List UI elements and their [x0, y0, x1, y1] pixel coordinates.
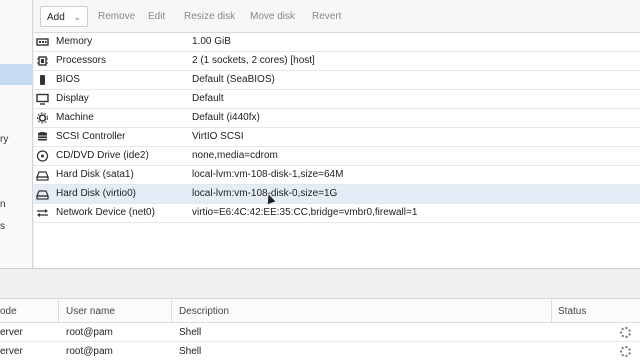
hardware-row-processors[interactable]: Processors 2 (1 sockets, 2 cores) [host] — [34, 52, 640, 71]
hardware-name: Network Device (net0) — [56, 207, 155, 218]
column-divider[interactable] — [551, 299, 552, 323]
harddisk-icon — [36, 190, 49, 200]
move-disk-button[interactable]: Move disk — [244, 6, 301, 27]
hardware-row-display[interactable]: Display Default — [34, 90, 640, 109]
network-icon — [37, 209, 48, 217]
hardware-value: Default — [192, 93, 224, 104]
hardware-name: Memory — [56, 36, 93, 47]
hardware-row-harddisk-sata1[interactable]: Hard Disk (sata1) local-lvm:vm-108-disk-… — [34, 166, 640, 185]
task-description: Shell — [179, 327, 202, 338]
display-icon — [36, 93, 49, 105]
hardware-row-network-device[interactable]: Network Device (net0) virtio=E6:4C:42:EE… — [34, 204, 640, 223]
nav-fragment[interactable]: n — [0, 199, 6, 210]
hardware-name: Hard Disk (virtio0) — [56, 188, 137, 199]
hardware-name: BIOS — [56, 74, 80, 85]
hardware-value: 1.00 GiB — [192, 36, 231, 47]
hardware-row-machine[interactable]: Machine Default (i440fx) — [34, 109, 640, 128]
hardware-panel: Add ⌄ Remove Edit Resize disk Move disk … — [34, 0, 640, 268]
task-table-header: ode User name Description Status — [0, 299, 640, 323]
hardware-name: Hard Disk (sata1) — [56, 169, 134, 180]
resource-tree-panel: ry n s — [0, 0, 33, 268]
hardware-name: Display — [56, 93, 89, 104]
column-header-node[interactable]: ode — [0, 306, 17, 317]
resize-disk-button[interactable]: Resize disk — [178, 6, 241, 27]
task-log-panel: ode User name Description Status erver r… — [0, 298, 640, 360]
panel-splitter[interactable] — [0, 268, 640, 298]
hardware-value: virtio=E6:4C:42:EE:35:CC,bridge=vmbr0,fi… — [192, 207, 418, 218]
remove-button[interactable]: Remove — [92, 6, 141, 27]
hardware-row-memory[interactable]: Memory 1.00 GiB — [34, 33, 640, 52]
harddisk-icon — [36, 171, 49, 181]
hardware-row-scsi-controller[interactable]: SCSI Controller VirtIO SCSI — [34, 128, 640, 147]
column-divider[interactable] — [171, 299, 172, 323]
machine-icon — [37, 112, 48, 124]
revert-button[interactable]: Revert — [306, 6, 347, 27]
edit-button[interactable]: Edit — [142, 6, 171, 27]
hardware-row-harddisk-virtio0[interactable]: Hard Disk (virtio0) local-lvm:vm-108-dis… — [34, 185, 640, 204]
scsi-icon — [38, 132, 47, 141]
task-user: root@pam — [66, 346, 113, 357]
bios-icon — [40, 75, 45, 85]
task-row[interactable]: erver root@pam Shell — [0, 323, 640, 342]
add-button-label: Add — [47, 12, 65, 23]
hardware-value: 2 (1 sockets, 2 cores) [host] — [192, 55, 315, 66]
hardware-name: SCSI Controller — [56, 131, 126, 142]
column-header-description[interactable]: Description — [179, 306, 229, 317]
hardware-toolbar: Add ⌄ Remove Edit Resize disk Move disk … — [34, 0, 640, 33]
hardware-value: none,media=cdrom — [192, 150, 278, 161]
column-divider[interactable] — [58, 299, 59, 323]
column-header-status[interactable]: Status — [558, 306, 586, 317]
loading-spinner-icon — [620, 346, 631, 357]
hardware-row-bios[interactable]: BIOS Default (SeaBIOS) — [34, 71, 640, 90]
column-header-user[interactable]: User name — [66, 306, 115, 317]
nav-fragment[interactable]: s — [0, 221, 5, 232]
hardware-name: CD/DVD Drive (ide2) — [56, 150, 149, 161]
task-node: erver — [0, 346, 23, 357]
hardware-row-cdrom[interactable]: CD/DVD Drive (ide2) none,media=cdrom — [34, 147, 640, 166]
hardware-value: local-lvm:vm-108-disk-1,size=64M — [192, 169, 344, 180]
task-row[interactable]: erver root@pam Shell — [0, 342, 640, 360]
add-button[interactable]: Add ⌄ — [40, 6, 88, 27]
resource-tree-selected-item[interactable] — [0, 64, 33, 85]
memory-icon — [36, 38, 49, 46]
cdrom-icon — [36, 150, 49, 162]
hardware-value: local-lvm:vm-108-disk-0,size=1G — [192, 188, 338, 199]
hardware-name: Machine — [56, 112, 94, 123]
hardware-list: Memory 1.00 GiB Processors 2 (1 sockets,… — [34, 33, 640, 223]
chevron-down-icon: ⌄ — [73, 12, 81, 22]
hardware-name: Processors — [56, 55, 107, 66]
hardware-value: Default (SeaBIOS) — [192, 74, 275, 85]
hardware-value: Default (i440fx) — [192, 112, 260, 123]
nav-fragment[interactable]: ry — [0, 134, 8, 145]
cpu-icon — [37, 56, 48, 66]
hardware-value: VirtIO SCSI — [192, 131, 244, 142]
task-user: root@pam — [66, 327, 113, 338]
task-description: Shell — [179, 346, 202, 357]
loading-spinner-icon — [620, 327, 631, 338]
task-node: erver — [0, 327, 23, 338]
